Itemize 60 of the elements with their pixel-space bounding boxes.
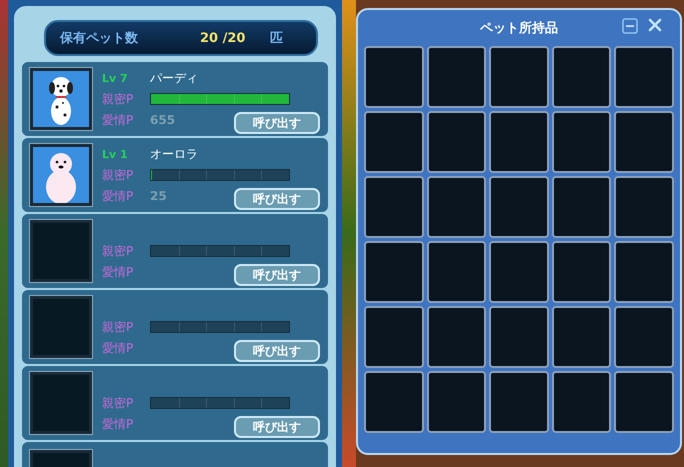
intimacy-label: 親密P	[102, 394, 134, 412]
close-icon[interactable]	[648, 18, 662, 32]
item-slot[interactable]	[552, 176, 612, 238]
pet-level: Lv 7	[102, 72, 129, 84]
item-slot[interactable]	[364, 306, 424, 368]
pet-count-label: 保有ペット数	[60, 30, 139, 47]
pet-name: パーディ	[150, 70, 198, 86]
item-slot[interactable]	[489, 111, 549, 173]
pet-level: Lv 1	[102, 148, 129, 160]
item-slot[interactable]	[552, 241, 612, 303]
item-slot[interactable]	[614, 46, 674, 108]
summon-button[interactable]: 呼び出す	[234, 416, 320, 438]
item-slot[interactable]	[614, 111, 674, 173]
item-slot[interactable]	[426, 306, 486, 368]
intimacy-label: 親密P	[102, 242, 134, 260]
item-slot[interactable]	[426, 371, 486, 433]
minimize-icon[interactable]	[622, 18, 638, 34]
summon-button[interactable]: 呼び出す	[234, 340, 320, 362]
affection-label: 愛情P	[102, 340, 134, 356]
item-slot[interactable]	[614, 176, 674, 238]
item-slot[interactable]	[489, 241, 549, 303]
intimacy-label: 親密P	[102, 318, 134, 336]
pet-count-unit: 匹	[270, 30, 283, 47]
item-slot[interactable]	[489, 176, 549, 238]
intimacy-label: 親密P	[102, 166, 134, 184]
item-slot[interactable]	[489, 46, 549, 108]
summon-button[interactable]: 呼び出す	[234, 112, 320, 134]
item-slot[interactable]	[364, 176, 424, 238]
pet-portrait	[30, 296, 92, 358]
pet-portrait	[30, 220, 92, 282]
affection-label: 愛情P	[102, 112, 134, 128]
item-slot[interactable]	[426, 176, 486, 238]
pet-count: 20 /20	[200, 30, 246, 46]
intimacy-label: 親密P	[102, 90, 134, 108]
affection-value: 25	[150, 189, 167, 203]
item-slot[interactable]	[489, 371, 549, 433]
affection-label: 愛情P	[102, 416, 134, 432]
item-slot[interactable]	[552, 306, 612, 368]
item-slot[interactable]	[614, 371, 674, 433]
item-slot[interactable]	[364, 46, 424, 108]
affection-label: 愛情P	[102, 188, 134, 204]
affection-label: 愛情P	[102, 264, 134, 280]
summon-button[interactable]: 呼び出す	[234, 188, 320, 210]
item-slot[interactable]	[552, 46, 612, 108]
item-slot[interactable]	[364, 371, 424, 433]
window-title: ペット所持品	[480, 20, 558, 37]
item-slot[interactable]	[552, 111, 612, 173]
summon-button[interactable]: 呼び出す	[234, 264, 320, 286]
item-slot[interactable]	[426, 46, 486, 108]
item-slot[interactable]	[426, 241, 486, 303]
pet-name: オーロラ	[150, 146, 198, 162]
pet-portrait	[30, 372, 92, 434]
item-slot[interactable]	[364, 111, 424, 173]
item-slot[interactable]	[552, 371, 612, 433]
item-slot[interactable]	[614, 241, 674, 303]
item-slot[interactable]	[364, 241, 424, 303]
item-slot[interactable]	[614, 306, 674, 368]
affection-value: 655	[150, 113, 176, 127]
item-slot[interactable]	[426, 111, 486, 173]
item-slot[interactable]	[489, 306, 549, 368]
